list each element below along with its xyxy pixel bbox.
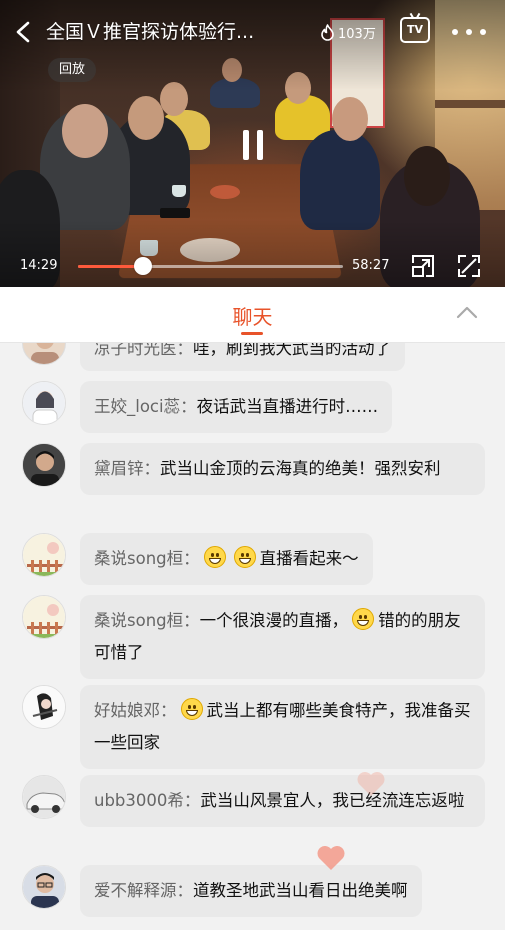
grin-emoji-icon <box>233 546 256 568</box>
chevron-up-icon[interactable] <box>456 305 478 319</box>
video-scene-person <box>160 110 210 150</box>
pause-bar <box>243 130 249 160</box>
video-scene-person <box>110 115 190 215</box>
chat-text: 武当山金顶的云海真的绝美！强烈安利 <box>160 459 441 478</box>
chat-nickname[interactable]: 凉子时光医： <box>94 343 193 358</box>
more-dots-icon[interactable] <box>452 20 486 44</box>
total-time: 58:27 <box>352 258 390 273</box>
man-avatar[interactable] <box>22 443 66 487</box>
video-scene-person <box>210 78 260 108</box>
chat-bubble: ubb3000希：武当山风景宜人，我已经流连忘返啦 <box>80 775 485 827</box>
chat-nickname[interactable]: 黛眉锌： <box>94 459 160 478</box>
progress-thumb[interactable] <box>134 257 153 275</box>
video-scene-head <box>222 58 242 82</box>
video-scene-plate <box>180 238 240 262</box>
dot <box>466 29 472 35</box>
car-avatar[interactable] <box>22 775 66 819</box>
chat-bubble: 好姑娘邓： 武当上都有哪些美食特产，我准备买一些回家 <box>80 685 485 769</box>
tab-active-indicator <box>241 332 263 335</box>
video-scene-cup <box>140 240 158 256</box>
video-scene-head <box>160 82 188 116</box>
portrait-avatar[interactable] <box>22 343 66 365</box>
girl-avatar[interactable] <box>22 381 66 425</box>
replay-badge: 回放 <box>48 58 97 82</box>
video-scene-cup <box>172 185 186 197</box>
video-scene-person <box>275 95 330 140</box>
chat-nickname[interactable]: 爱不解释源： <box>94 881 193 900</box>
video-scene-person <box>40 110 130 230</box>
chat-bubble: 桑说song桓：一个很浪漫的直播， 错的的朋友可惜了 <box>80 595 485 679</box>
picture-in-picture-icon[interactable] <box>410 253 436 279</box>
grin-emoji-icon <box>203 546 226 568</box>
video-scene-head <box>285 72 311 104</box>
chat-bubble: 凉子时光医：哇，刷到我大武当的活动了 <box>80 343 405 371</box>
video-scene-phone <box>160 208 190 218</box>
chat-bubble: 爱不解释源：道教圣地武当山看日出绝美啊 <box>80 865 422 917</box>
chat-text: 哇，刷到我大武当的活动了 <box>193 343 391 358</box>
glasses-avatar[interactable] <box>22 865 66 909</box>
chat-text-before: 一个很浪漫的直播， <box>199 611 349 630</box>
heart-icon <box>357 772 385 796</box>
video-scene-head <box>332 97 368 141</box>
video-scene-plate <box>210 185 240 199</box>
video-scene-shelf <box>435 100 505 108</box>
grin-emoji-icon <box>352 608 375 630</box>
progress-bar[interactable] <box>78 257 343 275</box>
chat-text: 道教圣地武当山看日出绝美啊 <box>193 881 408 900</box>
sketch-avatar[interactable] <box>22 685 66 729</box>
video-scene-head <box>62 104 108 158</box>
video-scene-table <box>117 164 343 279</box>
video-scene-head <box>404 146 450 206</box>
chat-nickname[interactable]: 桑说song桓： <box>94 611 200 630</box>
video-top-bar: 全国Ｖ推官探访体验行... 103万 TV <box>0 10 505 54</box>
video-title: 全国Ｖ推官探访体验行... <box>46 21 255 43</box>
heat-count: 103万 <box>320 23 376 42</box>
dot <box>480 29 486 35</box>
garden-avatar[interactable] <box>22 595 66 639</box>
tv-cast-button[interactable]: TV <box>400 17 430 43</box>
chat-nickname[interactable]: ubb3000希： <box>94 791 200 810</box>
current-time: 14:29 <box>20 258 58 273</box>
chat-text: 直播看起来～ <box>259 549 359 568</box>
chat-list[interactable]: 凉子时光医：哇，刷到我大武当的活动了 王姣_loci蕊：夜话武当直播进行时…… … <box>0 343 505 930</box>
pause-icon[interactable] <box>238 130 268 160</box>
video-scene-person <box>300 130 380 230</box>
video-player[interactable]: 全国Ｖ推官探访体验行... 103万 TV 回放 14:29 58:27 <box>0 0 505 287</box>
video-scene-head <box>128 96 164 140</box>
garden-avatar[interactable] <box>22 533 66 577</box>
grin-emoji-icon <box>180 698 203 720</box>
dot <box>452 29 458 35</box>
heart-icon <box>317 846 345 870</box>
heat-count-text: 103万 <box>338 27 376 42</box>
back-arrow-icon[interactable] <box>12 20 36 44</box>
flame-icon <box>321 24 334 41</box>
tab-chat[interactable]: 聊天 <box>0 301 505 330</box>
pause-bar <box>257 130 263 160</box>
chat-bubble: 王姣_loci蕊：夜话武当直播进行时…… <box>80 381 393 433</box>
chat-nickname[interactable]: 王姣_loci蕊： <box>94 397 197 416</box>
chat-bubble: 桑说song桓： 直播看起来～ <box>80 533 373 585</box>
fullscreen-icon[interactable] <box>456 253 482 279</box>
chat-bubble: 黛眉锌：武当山金顶的云海真的绝美！强烈安利 <box>80 443 485 495</box>
chat-tab-bar: 聊天 <box>0 287 505 343</box>
chat-nickname[interactable]: 好姑娘邓： <box>94 701 177 720</box>
chat-text: 夜话武当直播进行时…… <box>196 397 379 416</box>
chat-nickname[interactable]: 桑说song桓： <box>94 549 200 568</box>
chat-text: 武当山风景宜人，我已经流连忘返啦 <box>200 791 465 810</box>
